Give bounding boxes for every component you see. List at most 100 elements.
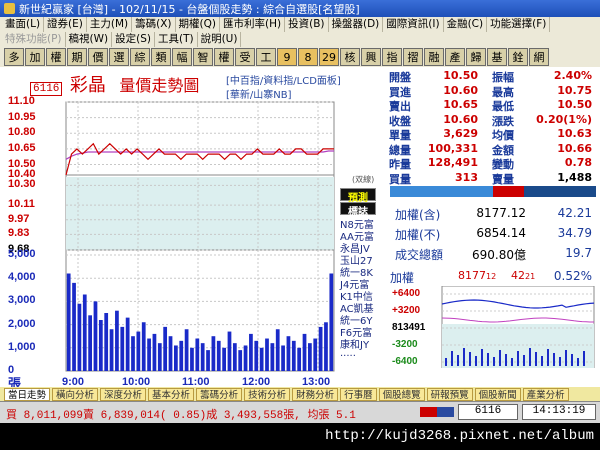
toolbar-button[interactable]: 綜	[130, 48, 150, 66]
stock-tag-2: [華新/山寨NB]	[226, 90, 292, 101]
quote-row: 單量 3,629 均價 10.63	[386, 127, 596, 142]
status-code-field[interactable]: 6116	[458, 404, 518, 420]
analysis-tab[interactable]: 深度分析	[100, 387, 147, 401]
toolbar-button[interactable]: 核	[340, 48, 360, 66]
chart-mode-label: (双線)	[352, 175, 375, 184]
summary-value: 690.80億	[472, 248, 526, 262]
flag-button[interactable]: 標誌	[340, 202, 376, 218]
menu-item[interactable]: 國際資訊(I)	[383, 17, 444, 32]
window-title: 新世紀贏家 [台灣] - 102/11/15 - 台盤個股走勢 : 綜合自選股[…	[19, 2, 360, 16]
volume-tick-label: 3,000	[8, 294, 36, 307]
quote-value: 2.40%	[553, 69, 592, 82]
toolbar-button[interactable]: 權	[214, 48, 234, 66]
analysis-tab[interactable]: 基本分析	[148, 387, 195, 401]
toolbar-button[interactable]: 融	[424, 48, 444, 66]
quote-value: 10.65	[443, 98, 478, 111]
menu-item[interactable]: 說明(U)	[198, 32, 242, 47]
forecast-button[interactable]: 預測	[340, 188, 376, 204]
toolbar-button[interactable]: 基	[487, 48, 507, 66]
analysis-tab[interactable]: 財務分析	[292, 387, 339, 401]
toolbar-button[interactable]: 9	[277, 48, 297, 66]
analysis-tab[interactable]: 個股新聞	[474, 387, 521, 401]
analysis-tab[interactable]: 行事曆	[340, 387, 377, 401]
toolbar-button[interactable]: 指	[382, 48, 402, 66]
toolbar-button[interactable]: 幅	[172, 48, 192, 66]
price-tick-label: 11.10	[8, 95, 35, 107]
menu-item[interactable]: 籌碼(X)	[132, 17, 176, 32]
toolbar-button[interactable]: 加	[25, 48, 45, 66]
price-tick-label: 10.80	[8, 126, 36, 139]
quote-value: 10.66	[557, 141, 592, 155]
watermark-url: http://kujd3268.pixnet.net/album	[0, 423, 600, 450]
toolbar-button[interactable]: 受	[235, 48, 255, 66]
quote-row: 買進 10.60 最高 10.75	[386, 83, 596, 99]
analysis-tab[interactable]: 個股總覽	[378, 387, 425, 401]
toolbar-button[interactable]: 29	[319, 48, 339, 66]
toolbar-button[interactable]: 工	[256, 48, 276, 66]
analysis-tab[interactable]: 技術分析	[244, 387, 291, 401]
quote-label: 賣量	[492, 172, 514, 186]
menu-item[interactable]: 功能選擇(F)	[487, 17, 551, 32]
quote-value: 10.60	[443, 112, 478, 126]
quote-value: 313	[455, 170, 478, 184]
mini-percent: 0.52%	[553, 269, 592, 283]
menu-item[interactable]: 投資(B)	[285, 17, 329, 32]
status-clock: 14:13:19	[522, 404, 596, 420]
toolbar-button[interactable]: 選	[109, 48, 129, 66]
toolbar-button[interactable]: 價	[88, 48, 108, 66]
toolbar-button[interactable]: 產	[445, 48, 465, 66]
toolbar-button[interactable]: 興	[361, 48, 381, 66]
window-titlebar: 新世紀贏家 [台灣] - 102/11/15 - 台盤個股走勢 : 綜合自選股[…	[0, 0, 600, 17]
broker-list-item[interactable]: .....	[340, 348, 356, 359]
mini-value: 817712	[458, 269, 497, 282]
analysis-tab[interactable]: 研報預覽	[426, 387, 473, 401]
analysis-tab[interactable]: 籌碼分析	[196, 387, 243, 401]
quote-row: 收盤 10.60 漲跌 0.20(1%)	[386, 112, 596, 128]
toolbar-button[interactable]: 8	[298, 48, 318, 66]
volume-tick-label: 4,000	[8, 271, 36, 284]
menu-item[interactable]: 金融(C)	[444, 17, 488, 32]
index-summary-row: 加權(含) 8177.12 42.21	[392, 206, 596, 226]
index-summary-row: 加權(不) 6854.14 34.79	[392, 226, 596, 246]
menu-item[interactable]: 稿視(W)	[66, 32, 113, 47]
toolbar-button[interactable]: 網	[529, 48, 549, 66]
menu-item[interactable]: 設定(S)	[112, 32, 155, 47]
toolbar-button[interactable]: 期	[67, 48, 87, 66]
toolbar-button[interactable]: 智	[193, 48, 213, 66]
toolbar-button[interactable]: 多	[4, 48, 24, 66]
mini-tick-label: +3200	[392, 305, 421, 316]
summary-label: 加權(含)	[395, 208, 441, 222]
toolbar-button[interactable]: 權	[46, 48, 66, 66]
menu-item[interactable]: 畫面(L)	[2, 17, 45, 32]
toolbar-button[interactable]: 摺	[403, 48, 423, 66]
menu-item[interactable]: 特殊功能(P)	[2, 32, 66, 47]
menu-item[interactable]: 匯市利率(H)	[220, 17, 286, 32]
toolbar-button[interactable]: 銓	[508, 48, 528, 66]
menu-item[interactable]: 期權(Q)	[176, 17, 220, 32]
price-tick-label: 10.95	[8, 110, 36, 123]
stock-tag-1: [中百指/資料指/LCD面板]	[226, 76, 341, 87]
analysis-tab[interactable]: 橫向分析	[52, 387, 99, 401]
quote-value: 10.60	[443, 83, 478, 97]
mini-label: 加權	[390, 271, 415, 285]
menu-item[interactable]: 主力(M)	[87, 17, 133, 32]
chart-title: 6116 彩晶 量價走勢圖	[30, 71, 199, 97]
toolbar-button[interactable]: 歸	[466, 48, 486, 66]
menu-item[interactable]: 工具(T)	[155, 32, 198, 47]
menu-item[interactable]: 操盤器(D)	[329, 17, 384, 32]
mini-tick-label: +6400	[392, 288, 421, 299]
menu-item[interactable]: 證券(E)	[44, 17, 87, 32]
stock-name: 彩晶	[69, 75, 106, 95]
volume-tick-label: 2,000	[8, 317, 36, 330]
below-ref-area	[66, 177, 334, 250]
menubar: 畫面(L) 證券(E) 主力(M) 籌碼(X) 期權(Q) 匯市利率(H) 投資(B) 操盤器…	[0, 17, 600, 47]
analysis-tab[interactable]: 當日走勢	[4, 387, 51, 401]
stock-code: 6116	[30, 82, 63, 96]
quote-value: 0.20(1%)	[536, 112, 592, 126]
mini-tick-label: 813491	[392, 322, 426, 333]
quote-row: 昨量 128,491 變動 0.78	[386, 156, 596, 171]
analysis-tab[interactable]: 產業分析	[522, 387, 569, 401]
summary-value: 6854.14	[476, 226, 526, 240]
toolbar-button[interactable]: 類	[151, 48, 171, 66]
status-ratio-bar	[420, 407, 454, 417]
